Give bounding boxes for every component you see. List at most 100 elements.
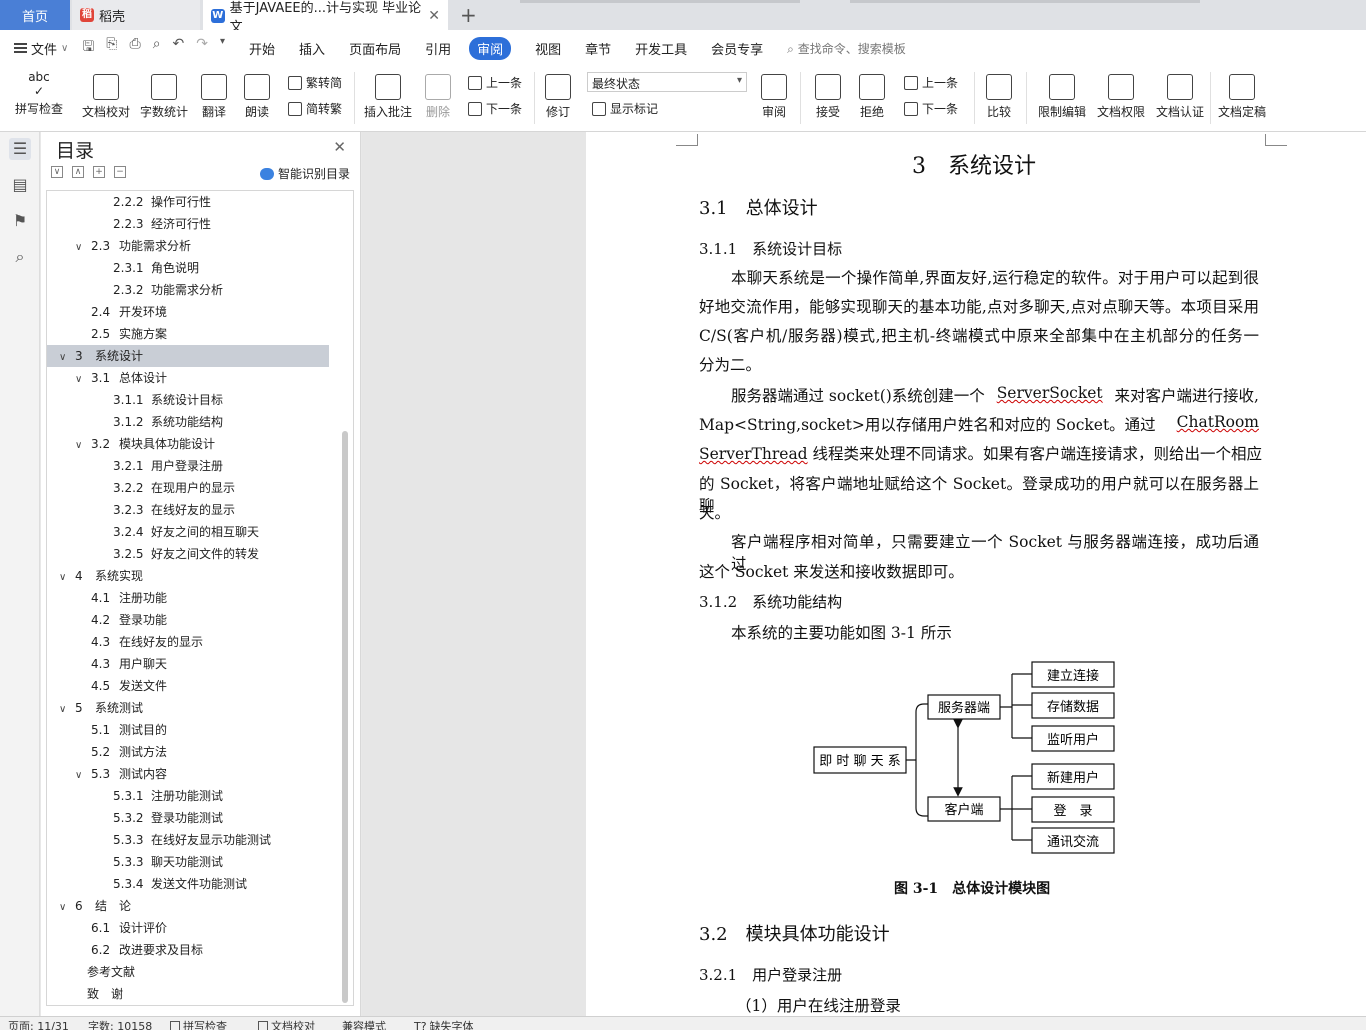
toc-item[interactable]: 4.3 在线好友的显示 xyxy=(47,631,337,653)
translate-button[interactable]: 翻译 xyxy=(195,70,233,120)
tab-daoke[interactable]: 稻 稻壳 xyxy=(72,0,200,30)
read-aloud-button[interactable]: 朗读 xyxy=(240,70,274,120)
add-level-icon[interactable]: + xyxy=(93,166,105,178)
menu-section[interactable]: 章节 xyxy=(585,39,611,58)
missing-font-status[interactable]: T? 缺失字体 xyxy=(414,1018,474,1030)
command-search[interactable]: ⌕ 查找命令、搜索模板 xyxy=(787,40,906,57)
toc-collapse-toggle-icon[interactable]: ∨ xyxy=(75,765,87,787)
prev-comment-button[interactable]: 上一条 xyxy=(468,74,522,91)
finalize-button[interactable]: 文档定稿 xyxy=(1214,70,1270,120)
expand-all-icon[interactable]: ∧ xyxy=(72,166,84,178)
collapse-all-icon[interactable]: ∨ xyxy=(51,166,63,178)
close-icon[interactable]: ✕ xyxy=(333,138,346,156)
toc-item[interactable]: 4.3 用户聊天 xyxy=(47,653,337,675)
toc-item[interactable]: 2.3.2 功能需求分析 xyxy=(47,279,337,301)
toc-item[interactable]: ∨ 3.1 总体设计 xyxy=(47,367,337,389)
toc-collapse-toggle-icon[interactable]: ∨ xyxy=(59,567,71,589)
toc-collapse-toggle-icon[interactable]: ∨ xyxy=(75,369,87,391)
toc-item[interactable]: 3.1.2 系统功能结构 xyxy=(47,411,337,433)
format-painter-icon[interactable]: ⎘ xyxy=(106,36,117,60)
print-icon[interactable]: ⎙ xyxy=(129,36,140,60)
toc-item[interactable]: 参考文献 xyxy=(47,961,337,983)
menu-review[interactable]: 审阅 xyxy=(469,36,512,60)
toc-item[interactable]: 5.3.2 登录功能测试 xyxy=(47,807,337,829)
accept-button[interactable]: 接受 xyxy=(810,70,846,120)
word-count[interactable]: 字数: 10158 xyxy=(88,1018,152,1030)
review-pane-button[interactable]: 审阅 xyxy=(756,70,792,120)
toc-item[interactable]: ∨ 5.3 测试内容 xyxy=(47,763,337,785)
toc-scrollbar[interactable] xyxy=(342,431,348,1003)
customize-quick-access-icon[interactable]: ▾ xyxy=(220,36,225,60)
insert-comment-button[interactable]: 插入批注 xyxy=(362,70,414,120)
undo-icon[interactable]: ↶ xyxy=(173,36,185,60)
reject-button[interactable]: 拒绝 xyxy=(854,70,890,120)
toc-item[interactable]: 3.2.5 好友之间文件的转发 xyxy=(47,543,337,565)
doc-permission-button[interactable]: 文档权限 xyxy=(1094,70,1148,120)
toc-item[interactable]: 3.1.1 系统设计目标 xyxy=(47,389,337,411)
tab-home[interactable]: 首页 xyxy=(0,0,70,30)
toc-item[interactable]: 致 谢 xyxy=(47,983,337,1005)
add-tab-button[interactable]: + xyxy=(460,3,477,27)
redo-icon[interactable]: ↷ xyxy=(196,36,208,60)
toc-item[interactable]: ∨ 3.2 模块具体功能设计 xyxy=(47,433,337,455)
menu-references[interactable]: 引用 xyxy=(425,39,451,58)
toc-item[interactable]: 3.2.2 在现用户的显示 xyxy=(47,477,337,499)
track-changes-button[interactable]: 修订 xyxy=(540,70,576,120)
trad-to-simp-button[interactable]: 繁转简 xyxy=(288,74,342,91)
next-comment-button[interactable]: 下一条 xyxy=(468,100,522,117)
toc-item[interactable]: 5.3.3 在线好友显示功能测试 xyxy=(47,829,337,851)
toc-item[interactable]: 6.1 设计评价 xyxy=(47,917,337,939)
toc-item[interactable]: 2.4 开发环境 xyxy=(47,301,337,323)
tab-document[interactable]: W 基于JAVAEE的...计与实现 毕业论文 ✕ xyxy=(203,0,448,35)
toc-item[interactable]: 5.3.3 聊天功能测试 xyxy=(47,851,337,873)
restrict-edit-button[interactable]: 限制编辑 xyxy=(1034,70,1090,120)
menu-page-layout[interactable]: 页面布局 xyxy=(349,39,401,58)
toc-item[interactable]: 3.2.1 用户登录注册 xyxy=(47,455,337,477)
toc-collapse-toggle-icon[interactable]: ∨ xyxy=(59,699,71,721)
toc-collapse-toggle-icon[interactable]: ∨ xyxy=(75,435,87,457)
toc-item[interactable]: ∨ 3 系统设计 xyxy=(47,345,329,367)
spellcheck-button[interactable]: abc ✓ 拼写检查 xyxy=(8,70,70,117)
toc-item[interactable]: 3.2.4 好友之间的相互聊天 xyxy=(47,521,337,543)
page-indicator[interactable]: 页面: 11/31 xyxy=(8,1018,69,1030)
final-state-select[interactable]: 最终状态 xyxy=(587,72,747,92)
wordcount-button[interactable]: 字数统计 xyxy=(137,70,191,120)
toc-item[interactable]: 3.2.3 在线好友的显示 xyxy=(47,499,337,521)
toc-panel-icon[interactable]: ☰ xyxy=(9,138,31,160)
save-icon[interactable]: 🖫 xyxy=(82,36,94,60)
menu-home[interactable]: 开始 xyxy=(249,39,275,58)
delete-comment-button[interactable]: 删除 xyxy=(420,70,456,120)
compare-button[interactable]: 比较 xyxy=(980,70,1018,120)
toc-item[interactable]: 5.3.1 注册功能测试 xyxy=(47,785,337,807)
remove-level-icon[interactable]: − xyxy=(114,166,126,178)
menu-member[interactable]: 会员专享 xyxy=(711,39,763,58)
print-preview-icon[interactable]: ⌕ xyxy=(153,36,161,60)
toc-item[interactable]: ∨ 4 系统实现 xyxy=(47,565,337,587)
doc-cert-button[interactable]: 文档认证 xyxy=(1152,70,1208,120)
toc-collapse-toggle-icon[interactable]: ∨ xyxy=(59,347,71,369)
toc-item[interactable]: ∨ 6 结 论 xyxy=(47,895,337,917)
toc-item[interactable]: 5.3.4 发送文件功能测试 xyxy=(47,873,337,895)
toc-item[interactable]: 2.3.1 角色说明 xyxy=(47,257,337,279)
menu-insert[interactable]: 插入 xyxy=(299,39,325,58)
toc-item[interactable]: 2.2.2 操作可行性 xyxy=(47,191,337,213)
toc-item[interactable]: 4.1 注册功能 xyxy=(47,587,337,609)
toc-item[interactable]: 4.5 发送文件 xyxy=(47,675,337,697)
toc-item[interactable]: 5.1 测试目的 xyxy=(47,719,337,741)
close-tab-icon[interactable]: ✕ xyxy=(428,8,440,24)
simp-to-trad-button[interactable]: 简转繁 xyxy=(288,100,342,117)
spellcheck-status[interactable]: 拼写检查 xyxy=(170,1018,227,1030)
toc-item[interactable]: 6.2 改进要求及目标 xyxy=(47,939,337,961)
toc-collapse-toggle-icon[interactable]: ∨ xyxy=(59,897,71,919)
toc-item[interactable]: 2.2.3 经济可行性 xyxy=(47,213,337,235)
prev-change-button[interactable]: 上一条 xyxy=(904,74,958,91)
menu-developer[interactable]: 开发工具 xyxy=(635,39,687,58)
show-marks-button[interactable]: 显示标记 xyxy=(592,100,658,117)
navigation-panel-icon[interactable]: ▤ xyxy=(9,174,31,196)
toc-item[interactable]: 5.2 测试方法 xyxy=(47,741,337,763)
toc-item[interactable]: 4.2 登录功能 xyxy=(47,609,337,631)
find-icon[interactable]: ⌕ xyxy=(9,246,31,268)
file-menu-button[interactable]: 文件 ∨ xyxy=(14,39,68,58)
bookmark-icon[interactable]: ⚑ xyxy=(9,210,31,232)
menu-view[interactable]: 视图 xyxy=(535,39,561,58)
